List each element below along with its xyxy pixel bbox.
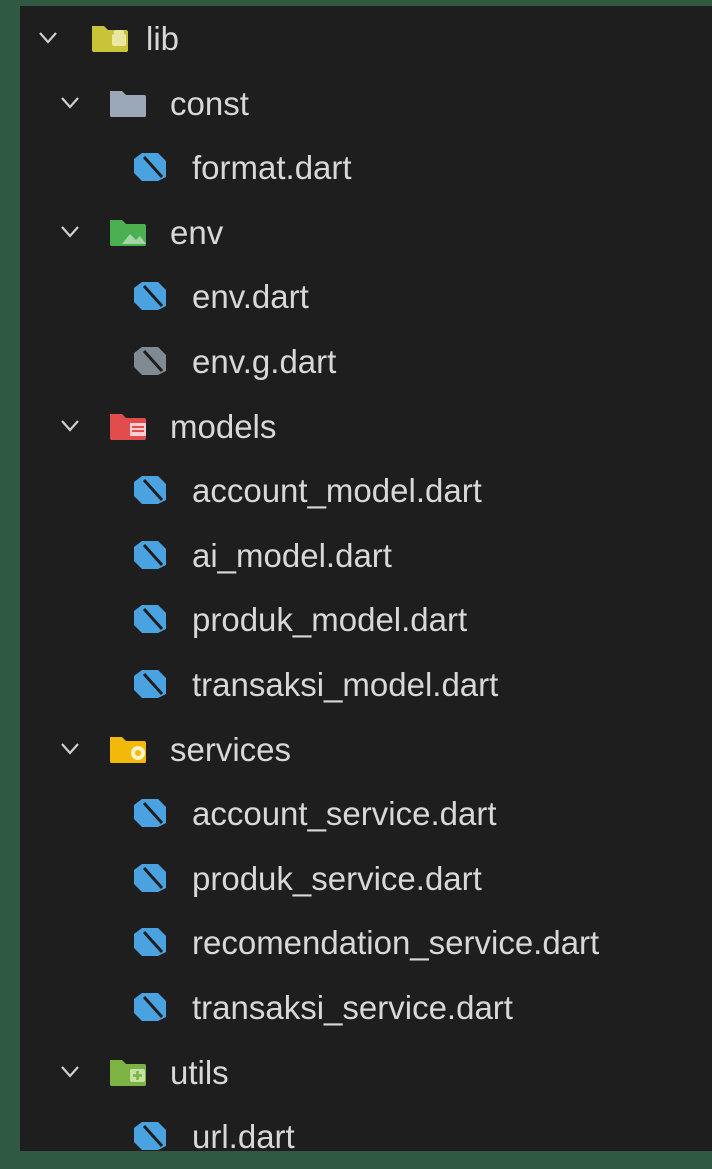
file-item[interactable]: format.dart [20,135,712,200]
folder-item[interactable]: lib [20,6,712,71]
dart-file-icon [130,795,170,829]
file-explorer-panel: lib const format.dart env env.dart env.g.dart… [20,6,712,1153]
file-label: format.dart [192,149,352,187]
file-label: url.dart [192,1118,295,1156]
dart-file-icon [130,149,170,183]
folder-item[interactable]: env [20,200,712,265]
folder-models-icon [108,408,148,442]
folder-label: const [170,84,249,122]
chevron-down-icon[interactable] [34,24,62,52]
file-item[interactable]: produk_model.dart [20,587,712,652]
file-item[interactable]: env.dart [20,264,712,329]
dart-file-icon [130,860,170,894]
file-item[interactable]: transaksi_model.dart [20,652,712,717]
folder-label: env [170,213,224,251]
file-item[interactable]: produk_service.dart [20,846,712,911]
folder-services-icon [108,731,148,765]
file-label: produk_service.dart [192,859,482,897]
file-label: account_service.dart [192,795,497,833]
file-label: account_model.dart [192,472,482,510]
file-item[interactable]: account_model.dart [20,458,712,523]
folder-lib-icon [90,20,130,54]
file-label: env.dart [192,278,309,316]
folder-label: services [170,730,292,768]
folder-item[interactable]: services [20,717,712,782]
dart-file-icon [130,989,170,1023]
dart-file-icon [130,537,170,571]
file-label: ai_model.dart [192,536,392,574]
folder-label: models [170,407,277,445]
dart-file-icon [130,601,170,635]
file-item[interactable]: account_service.dart [20,781,712,846]
file-item[interactable]: env.g.dart [20,329,712,394]
chevron-down-icon[interactable] [56,412,84,440]
folder-item[interactable]: utils [20,1040,712,1105]
chevron-down-icon[interactable] [56,735,84,763]
dart-file-icon [130,472,170,506]
dart-generated-file-icon [130,343,170,377]
dart-file-icon [130,278,170,312]
folder-label: utils [170,1053,229,1091]
dart-file-icon [130,666,170,700]
file-item[interactable]: recomendation_service.dart [20,910,712,975]
file-label: transaksi_service.dart [192,989,513,1026]
chevron-down-icon[interactable] [56,89,84,117]
file-label: produk_model.dart [192,601,468,639]
folder-utils-icon [108,1054,148,1088]
file-label: env.g.dart [192,343,337,380]
file-item[interactable]: ai_model.dart [20,523,712,588]
chevron-down-icon[interactable] [56,1058,84,1086]
dart-file-icon [130,924,170,958]
file-label: recomendation_service.dart [192,924,600,962]
file-label: transaksi_model.dart [192,666,499,703]
file-item[interactable]: transaksi_service.dart [20,975,712,1040]
folder-item[interactable]: const [20,71,712,136]
file-item[interactable]: url.dart [20,1104,712,1169]
chevron-down-icon[interactable] [56,218,84,246]
folder-item[interactable]: models [20,394,712,459]
dart-file-icon [130,1118,170,1152]
folder-env-icon [108,214,148,248]
folder-const-icon [108,85,148,119]
folder-label: lib [146,20,180,57]
